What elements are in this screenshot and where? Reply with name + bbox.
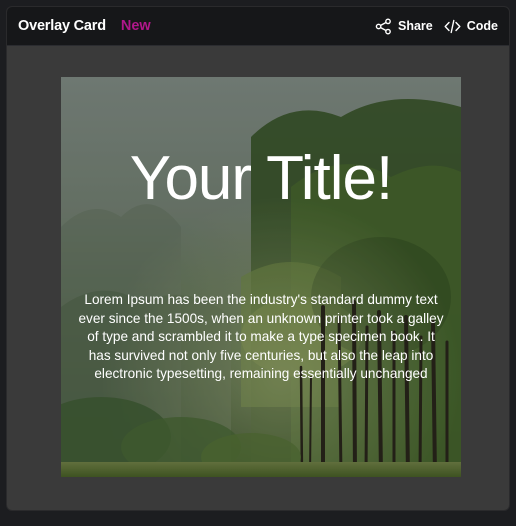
new-badge: New <box>120 18 151 34</box>
code-button[interactable]: Code <box>444 19 498 34</box>
dark-overlay <box>61 77 461 477</box>
header-bar: Overlay Card New Share Code <box>7 7 509 46</box>
header-actions: Share Code <box>375 18 498 35</box>
app-frame: Overlay Card New Share Code Your Title! … <box>0 0 516 526</box>
code-label: Code <box>466 19 498 33</box>
preview-window: Overlay Card New Share Code Your Title! … <box>6 6 510 511</box>
card-title: Your Title! <box>129 144 393 213</box>
component-title: Overlay Card <box>18 18 106 34</box>
share-label: Share <box>398 19 433 33</box>
card-description: Lorem Ipsum has been the industry's stan… <box>78 292 444 381</box>
code-icon <box>444 19 461 33</box>
share-icon <box>375 18 391 35</box>
share-button[interactable]: Share <box>375 18 433 35</box>
overlay-card: Your Title! Lorem Ipsum has been the ind… <box>61 77 461 477</box>
